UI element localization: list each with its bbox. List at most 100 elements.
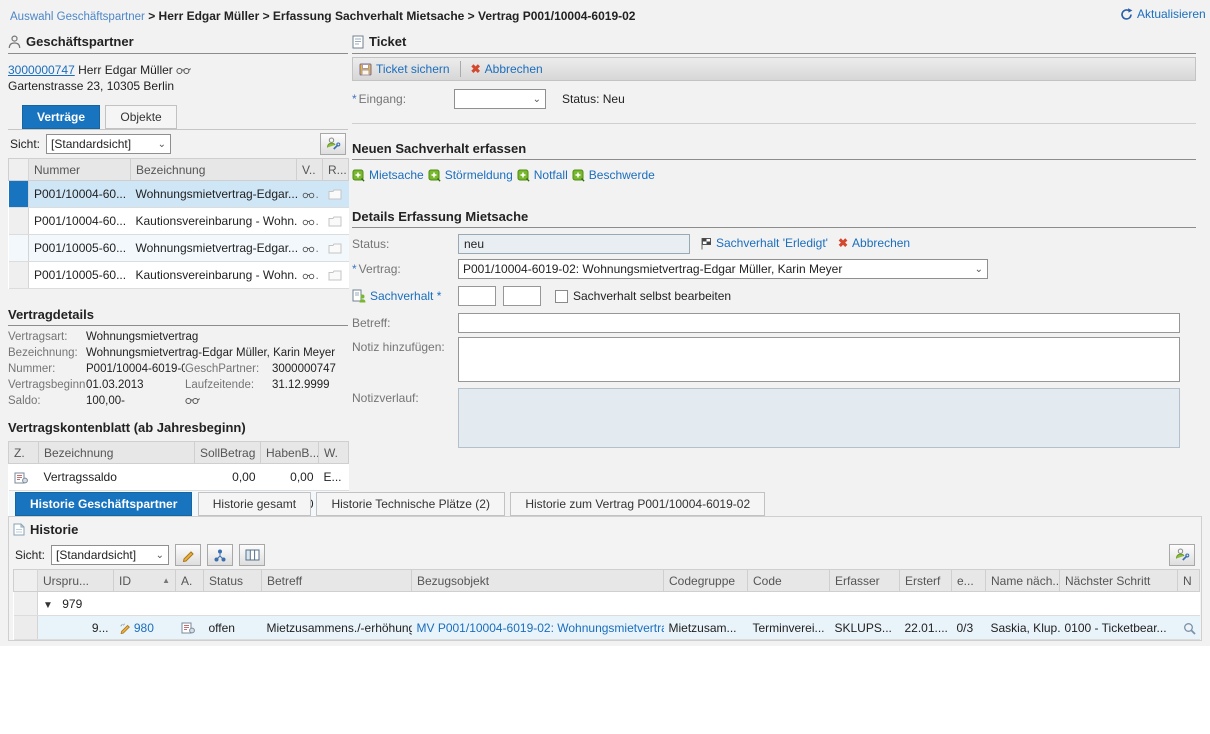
- row-selector[interactable]: [14, 592, 38, 616]
- betreff-input[interactable]: [458, 313, 1180, 333]
- erledigt-button[interactable]: Sachverhalt 'Erledigt': [700, 236, 828, 250]
- cell-name-naechster[interactable]: Saskia, Klup...: [986, 616, 1060, 640]
- col-urspru[interactable]: Urspru...: [38, 570, 114, 592]
- cell-urspru[interactable]: 9...: [38, 616, 114, 640]
- cell-n[interactable]: [1178, 616, 1200, 640]
- col-bezeichnung[interactable]: Bezeichnung: [131, 159, 297, 181]
- col-v[interactable]: V..: [297, 159, 323, 181]
- partner-number-link[interactable]: 3000000747: [8, 63, 75, 77]
- folder-icon[interactable]: [328, 243, 342, 254]
- col-w[interactable]: W.: [319, 442, 349, 464]
- col-z[interactable]: Z.: [9, 442, 39, 464]
- cell-soll[interactable]: 0,00: [195, 464, 261, 491]
- breadcrumb-link-auswahl[interactable]: Auswahl Geschäftspartner: [10, 11, 145, 23]
- col-e[interactable]: e...: [952, 570, 986, 592]
- tab-historie-gesamt[interactable]: Historie gesamt: [198, 492, 311, 516]
- history-personalize-button[interactable]: [1169, 544, 1195, 566]
- cell-nummer[interactable]: P001/10004-60...: [29, 208, 131, 235]
- create-mietsache-link[interactable]: Mietsache: [369, 168, 424, 182]
- col-code[interactable]: Code: [748, 570, 830, 592]
- row-selector[interactable]: [9, 181, 29, 208]
- row-selector[interactable]: [9, 262, 29, 289]
- cell-e[interactable]: 0/3: [952, 616, 986, 640]
- col-n[interactable]: N: [1178, 570, 1200, 592]
- col-betreff[interactable]: Betreff: [262, 570, 412, 592]
- create-stoermeldung-link[interactable]: Störmeldung: [445, 168, 513, 182]
- cell-view[interactable]: .: [297, 208, 323, 235]
- col-a[interactable]: A.: [176, 570, 204, 592]
- col-id-label[interactable]: ID: [119, 574, 131, 588]
- table-row[interactable]: P001/10004-60... Wohnungsmietvertrag-Edg…: [9, 181, 349, 208]
- collapse-arrow-icon[interactable]: ▼: [43, 600, 53, 611]
- cell-folder[interactable]: [323, 181, 349, 208]
- table-row[interactable]: 9... 980 offen Mietzusammens./-erhöhung:…: [14, 616, 1200, 640]
- glasses-icon[interactable]: [176, 66, 191, 75]
- cell-nummer[interactable]: P001/10005-60...: [29, 235, 131, 262]
- history-view-select[interactable]: [Standardsicht] ⌄: [51, 545, 169, 565]
- folder-icon[interactable]: [328, 216, 342, 227]
- history-id-link[interactable]: 980: [134, 621, 154, 635]
- col-erfasser[interactable]: Erfasser: [830, 570, 900, 592]
- glasses-icon[interactable]: [302, 272, 316, 280]
- col-codegruppe[interactable]: Codegruppe: [664, 570, 748, 592]
- sachverhalt-code-field-1[interactable]: [458, 286, 496, 306]
- cell-ersterf[interactable]: 22.01....: [900, 616, 952, 640]
- personalize-button[interactable]: [320, 133, 346, 155]
- cell-view[interactable]: .: [297, 181, 323, 208]
- tab-objekte[interactable]: Objekte: [105, 105, 176, 129]
- cell-naechster-schritt[interactable]: 0100 - Ticketbear...: [1060, 616, 1178, 640]
- col-name-naechster[interactable]: Name näch...: [986, 570, 1060, 592]
- col-bezugsobjekt[interactable]: Bezugsobjekt: [412, 570, 664, 592]
- group-cell[interactable]: ▼ 979: [38, 592, 1200, 616]
- cell-nummer[interactable]: P001/10004-60...: [29, 181, 131, 208]
- row-selector[interactable]: [9, 235, 29, 262]
- hierarchy-button[interactable]: [207, 544, 233, 566]
- save-ticket-label[interactable]: Ticket sichern: [376, 62, 450, 76]
- col-naechster-schritt[interactable]: Nächster Schritt: [1060, 570, 1178, 592]
- cell-folder[interactable]: [323, 235, 349, 262]
- cell-bezeichnung[interactable]: Wohnungsmietvertrag-Edgar...: [131, 235, 297, 262]
- cell-bezeichnung[interactable]: Kautionsvereinbarung - Wohn...: [131, 208, 297, 235]
- row-selector[interactable]: [9, 208, 29, 235]
- table-row[interactable]: P001/10005-60... Wohnungsmietvertrag-Edg…: [9, 235, 349, 262]
- table-row[interactable]: P001/10005-60... Kautionsvereinbarung - …: [9, 262, 349, 289]
- contracts-view-select[interactable]: [Standardsicht] ⌄: [46, 134, 171, 154]
- col-status[interactable]: Status: [204, 570, 262, 592]
- cell-betreff[interactable]: Mietzusammens./-erhöhung: T...: [262, 616, 412, 640]
- notiz-textarea[interactable]: [458, 337, 1180, 382]
- history-group-row[interactable]: ▼ 979: [14, 592, 1200, 616]
- cell-folder[interactable]: [323, 208, 349, 235]
- cell-id[interactable]: 980: [114, 616, 176, 640]
- eingang-select[interactable]: ⌄: [454, 89, 546, 109]
- cell-code[interactable]: Terminverei...: [748, 616, 830, 640]
- col-id[interactable]: ID ▲: [114, 570, 176, 592]
- sachverhalt-label-wrap[interactable]: Sachverhalt *: [352, 289, 458, 303]
- cell-kb-bezeichnung[interactable]: Vertragssaldo: [39, 464, 195, 491]
- cell-a[interactable]: [176, 616, 204, 640]
- cancel-ticket-label[interactable]: Abbrechen: [485, 62, 543, 76]
- cell-nummer[interactable]: P001/10005-60...: [29, 262, 131, 289]
- folder-icon[interactable]: [328, 189, 342, 200]
- sort-ascending-icon[interactable]: ▲: [162, 576, 170, 585]
- cell-bezeichnung[interactable]: Wohnungsmietvertrag-Edgar...: [131, 181, 297, 208]
- selbst-bearbeiten-checkbox[interactable]: [555, 290, 568, 303]
- col-soll[interactable]: SollBetrag: [195, 442, 261, 464]
- col-kb-bezeichnung[interactable]: Bezeichnung: [39, 442, 195, 464]
- glasses-icon[interactable]: [302, 191, 316, 199]
- create-notfall-link[interactable]: Notfall: [534, 168, 568, 182]
- table-row[interactable]: P001/10004-60... Kautionsvereinbarung - …: [9, 208, 349, 235]
- cancel-ticket-button[interactable]: ✖ Abbrechen: [471, 62, 543, 76]
- sachverhalt-code-field-2[interactable]: [503, 286, 541, 306]
- col-ersterf[interactable]: Ersterf: [900, 570, 952, 592]
- cell-haben[interactable]: 0,00: [261, 464, 319, 491]
- tab-historie-vertrag[interactable]: Historie zum Vertrag P001/10004-6019-02: [510, 492, 765, 516]
- saldo-detail[interactable]: [185, 394, 272, 408]
- columns-button[interactable]: [239, 544, 265, 566]
- sachverhalt-label[interactable]: Sachverhalt *: [370, 289, 441, 303]
- col-nummer[interactable]: Nummer: [29, 159, 131, 181]
- erfassung-cancel-label[interactable]: Abbrechen: [852, 236, 910, 250]
- cell-view[interactable]: .: [297, 235, 323, 262]
- folder-icon[interactable]: [328, 270, 342, 281]
- table-row[interactable]: Vertragssaldo 0,00 0,00 E...: [9, 464, 349, 491]
- tab-historie-technische-plaetze[interactable]: Historie Technische Plätze (2): [316, 492, 505, 516]
